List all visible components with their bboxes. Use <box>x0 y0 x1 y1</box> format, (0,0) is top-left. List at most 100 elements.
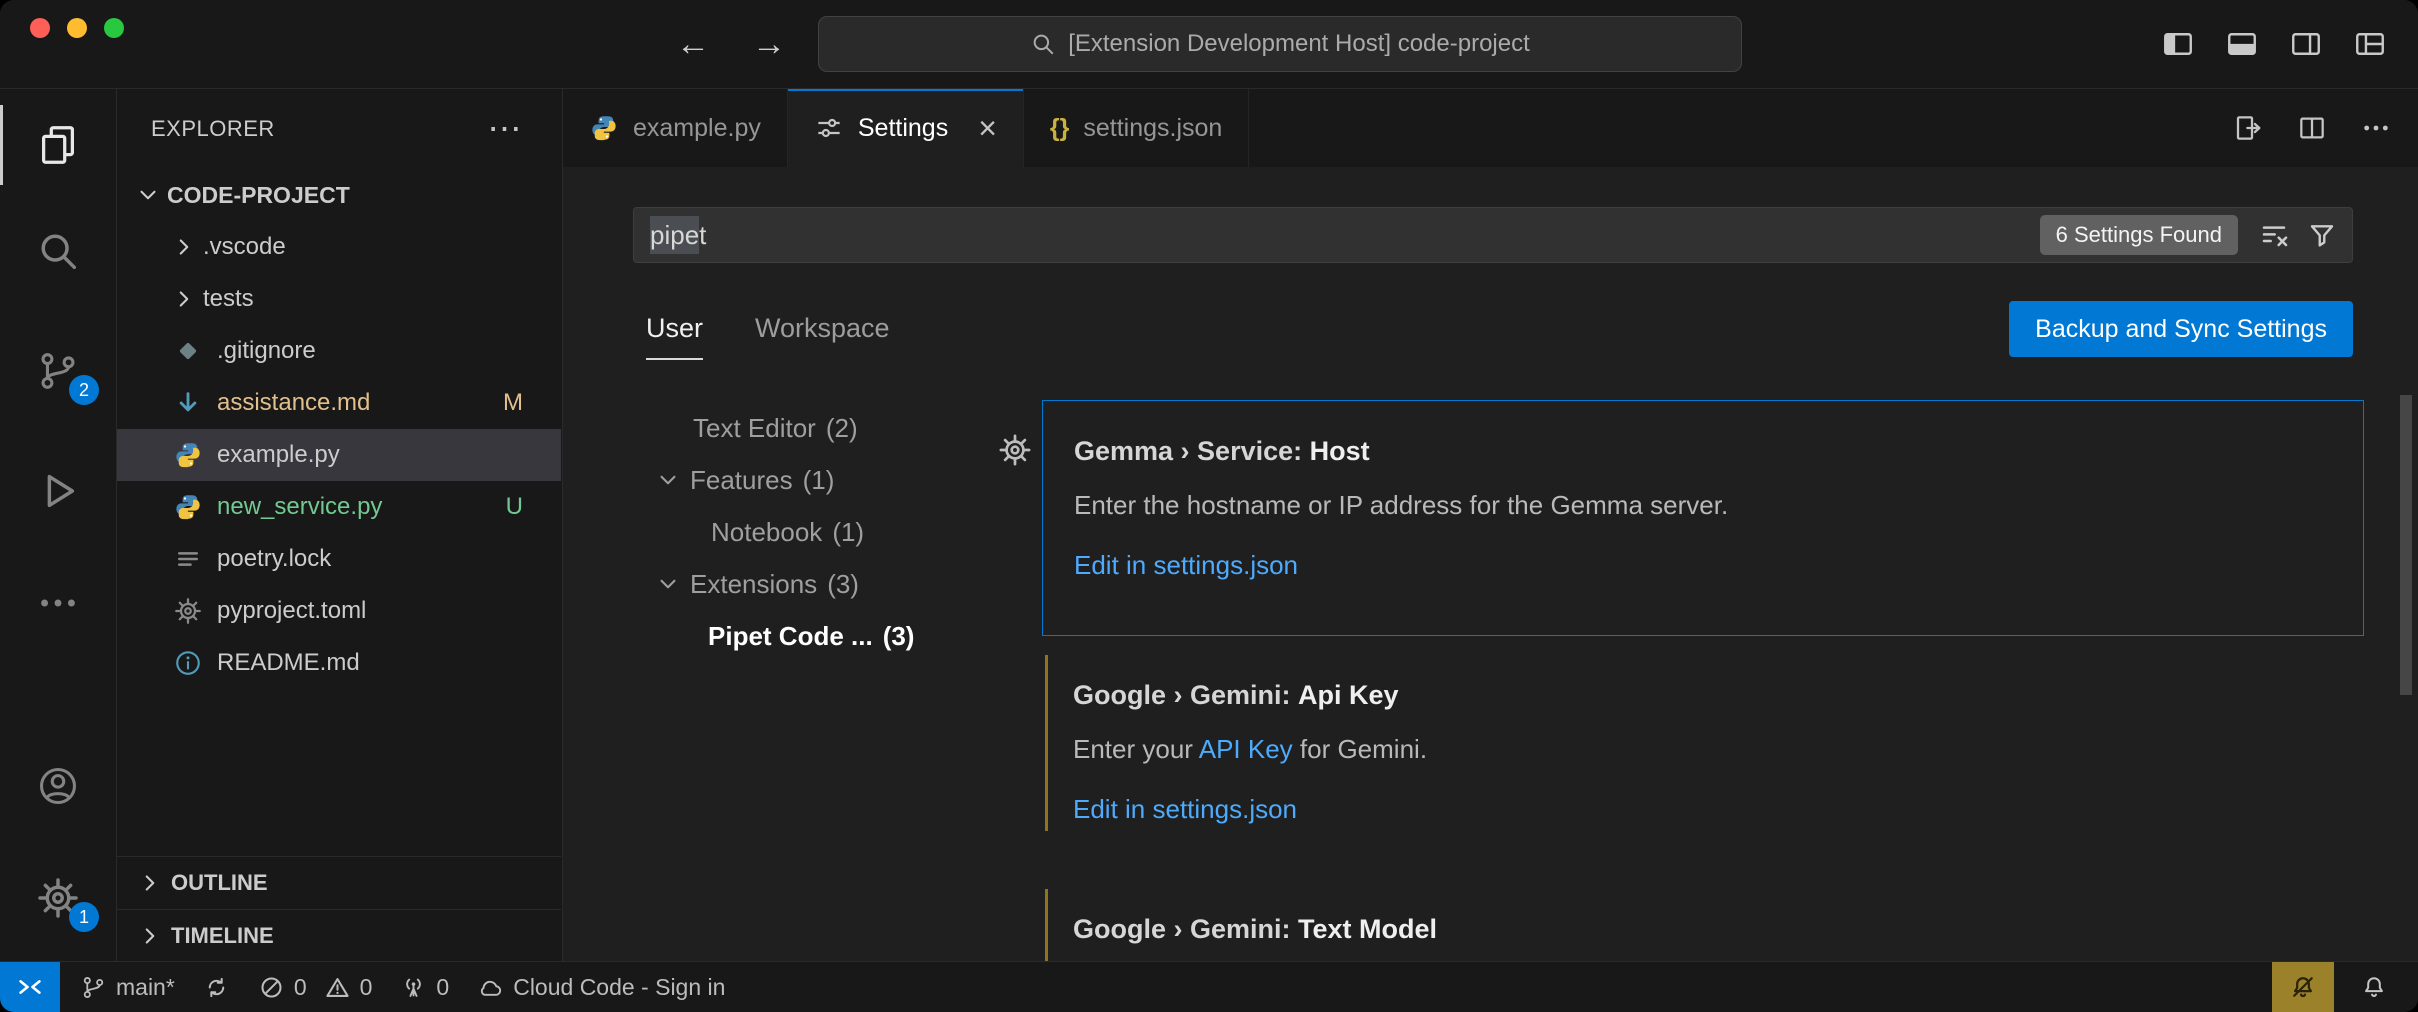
sync-icon <box>203 974 230 1001</box>
setting-title: Gemma › Service: Host <box>1074 437 2333 465</box>
tree-item-gitignore[interactable]: .gitignore <box>117 325 561 377</box>
do-not-disturb-indicator[interactable] <box>2272 962 2334 1012</box>
more-actions-icon[interactable] <box>2360 112 2392 144</box>
toggle-primary-sidebar-icon[interactable] <box>2160 26 2196 62</box>
split-editor-icon[interactable] <box>2296 112 2328 144</box>
scope-tab-user[interactable]: User <box>646 313 703 360</box>
warnings-icon <box>324 974 351 1001</box>
activity-accounts[interactable] <box>0 746 116 826</box>
command-center[interactable]: [Extension Development Host] code-projec… <box>818 16 1742 72</box>
search-icon <box>35 228 81 274</box>
activity-source-control[interactable]: 2 <box>0 331 116 411</box>
scrollbar-thumb[interactable] <box>2400 395 2412 695</box>
tree-item-readme-md[interactable]: README.md <box>117 637 561 689</box>
files-icon <box>35 122 81 168</box>
edit-in-settings-json-link[interactable]: Edit in settings.json <box>1074 551 2333 579</box>
explorer-more-actions-icon[interactable]: ⋯ <box>488 119 523 139</box>
remote-indicator[interactable] <box>0 962 60 1012</box>
back-button[interactable]: ← <box>676 25 710 64</box>
setting-title: Google › Gemini: Text Model <box>1073 915 2334 943</box>
modified-indicator <box>1045 889 1048 962</box>
git-status-badge: U <box>506 493 523 521</box>
source-control-badge: 2 <box>69 375 99 405</box>
editor-actions <box>2232 89 2392 167</box>
vscode-window: ← → [Extension Development Host] code-pr… <box>0 0 2418 1012</box>
close-tab-icon[interactable]: × <box>978 113 997 143</box>
window-close-button[interactable] <box>30 18 50 38</box>
explorer-sidebar: EXPLORER ⋯ CODE-PROJECT .vscode tests .g… <box>117 89 563 962</box>
timeline-section-header[interactable]: TIMELINE <box>117 909 561 962</box>
cloud-code-status[interactable]: Cloud Code - Sign in <box>477 974 725 1001</box>
remote-icon <box>15 972 45 1002</box>
tree-root-code-project[interactable]: CODE-PROJECT <box>117 169 561 221</box>
activity-explorer[interactable] <box>0 105 116 185</box>
edit-in-settings-json-link[interactable]: Edit in settings.json <box>1073 795 2334 823</box>
markdown-file-icon <box>173 388 203 418</box>
settings-search-input[interactable]: pipet 6 Settings Found <box>633 207 2353 263</box>
git-status-badge: M <box>503 389 523 417</box>
settings-editor: pipet 6 Settings Found User Workspace Ba… <box>563 167 2418 962</box>
toc-text-editor[interactable]: Text Editor (2) <box>563 402 1033 454</box>
toc-features[interactable]: Features (1) <box>563 454 1033 506</box>
tab-settings-json[interactable]: {} settings.json <box>1024 89 1249 167</box>
python-file-icon <box>173 440 203 470</box>
errors-icon <box>258 974 285 1001</box>
toggle-secondary-sidebar-icon[interactable] <box>2288 26 2324 62</box>
chevron-right-icon <box>137 870 163 896</box>
branch-status[interactable]: main* <box>80 974 175 1001</box>
customize-layout-icon[interactable] <box>2352 26 2388 62</box>
tree-item-tests[interactable]: tests <box>117 273 561 325</box>
modified-indicator <box>1045 655 1048 831</box>
setting-description: Enter your API Key for Gemini. <box>1073 735 2334 763</box>
lock-file-icon <box>173 544 203 574</box>
settings-search-value: pipet <box>650 220 2040 251</box>
tree-item-new-service-py[interactable]: new_service.py U <box>117 481 561 533</box>
account-icon <box>35 763 81 809</box>
search-icon <box>1030 31 1056 57</box>
setting-google-gemini-text-model[interactable]: Google › Gemini: Text Model <box>1042 879 2364 962</box>
chevron-down-icon <box>135 182 161 208</box>
activity-settings[interactable]: 1 <box>0 858 116 938</box>
tab-example-py[interactable]: example.py <box>563 89 788 167</box>
explorer-title: EXPLORER <box>151 116 275 142</box>
activity-more[interactable] <box>0 563 116 643</box>
filter-icon[interactable] <box>2306 219 2338 251</box>
activity-search[interactable] <box>0 211 116 291</box>
toggle-panel-icon[interactable] <box>2224 26 2260 62</box>
activity-bar: 2 1 <box>0 89 117 962</box>
sync-changes-button[interactable] <box>203 974 230 1001</box>
backup-and-sync-settings-button[interactable]: Backup and Sync Settings <box>2009 301 2353 357</box>
api-key-link[interactable]: API Key <box>1199 734 1293 764</box>
toc-notebook[interactable]: Notebook (1) <box>563 506 1033 558</box>
open-settings-json-icon[interactable] <box>2232 112 2264 144</box>
tree-item-example-py[interactable]: example.py <box>117 429 561 481</box>
tab-settings[interactable]: Settings × <box>788 89 1024 167</box>
toc-pipet-code[interactable]: Pipet Code ... (3) <box>563 610 1033 662</box>
tree-item-poetry-lock[interactable]: poetry.lock <box>117 533 561 585</box>
tree-item-vscode[interactable]: .vscode <box>117 221 561 273</box>
window-minimize-button[interactable] <box>67 18 87 38</box>
setting-actions-gear-icon[interactable] <box>997 432 1033 468</box>
activity-run-and-debug[interactable] <box>0 451 116 531</box>
ports-status[interactable]: 0 <box>400 974 449 1001</box>
setting-gemma-service-host[interactable]: Gemma › Service: Host Enter the hostname… <box>1042 400 2364 636</box>
notifications-bell-icon[interactable] <box>2360 973 2388 1001</box>
git-branch-icon <box>80 974 107 1001</box>
problems-status[interactable]: 0 0 <box>258 974 373 1001</box>
outline-section-header[interactable]: OUTLINE <box>117 856 561 909</box>
tree-item-pyproject-toml[interactable]: pyproject.toml <box>117 585 561 637</box>
setting-google-gemini-api-key[interactable]: Google › Gemini: Api Key Enter your API … <box>1042 645 2364 845</box>
toc-extensions[interactable]: Extensions (3) <box>563 558 1033 610</box>
tree-item-assistance-md[interactable]: assistance.md M <box>117 377 561 429</box>
chevron-down-icon <box>655 467 681 493</box>
clear-filters-icon[interactable] <box>2258 219 2290 251</box>
scope-tab-workspace[interactable]: Workspace <box>755 313 890 360</box>
settings-sliders-icon <box>814 113 844 143</box>
status-bar: main* 0 0 0 Cloud Code - Sign in <box>0 961 2418 1012</box>
forward-button[interactable]: → <box>752 25 786 64</box>
settings-scope-tabs: User Workspace <box>646 313 890 360</box>
chevron-right-icon <box>171 286 197 312</box>
ellipsis-icon <box>35 580 81 626</box>
window-zoom-button[interactable] <box>104 18 124 38</box>
json-braces-icon: {} <box>1050 114 1069 143</box>
